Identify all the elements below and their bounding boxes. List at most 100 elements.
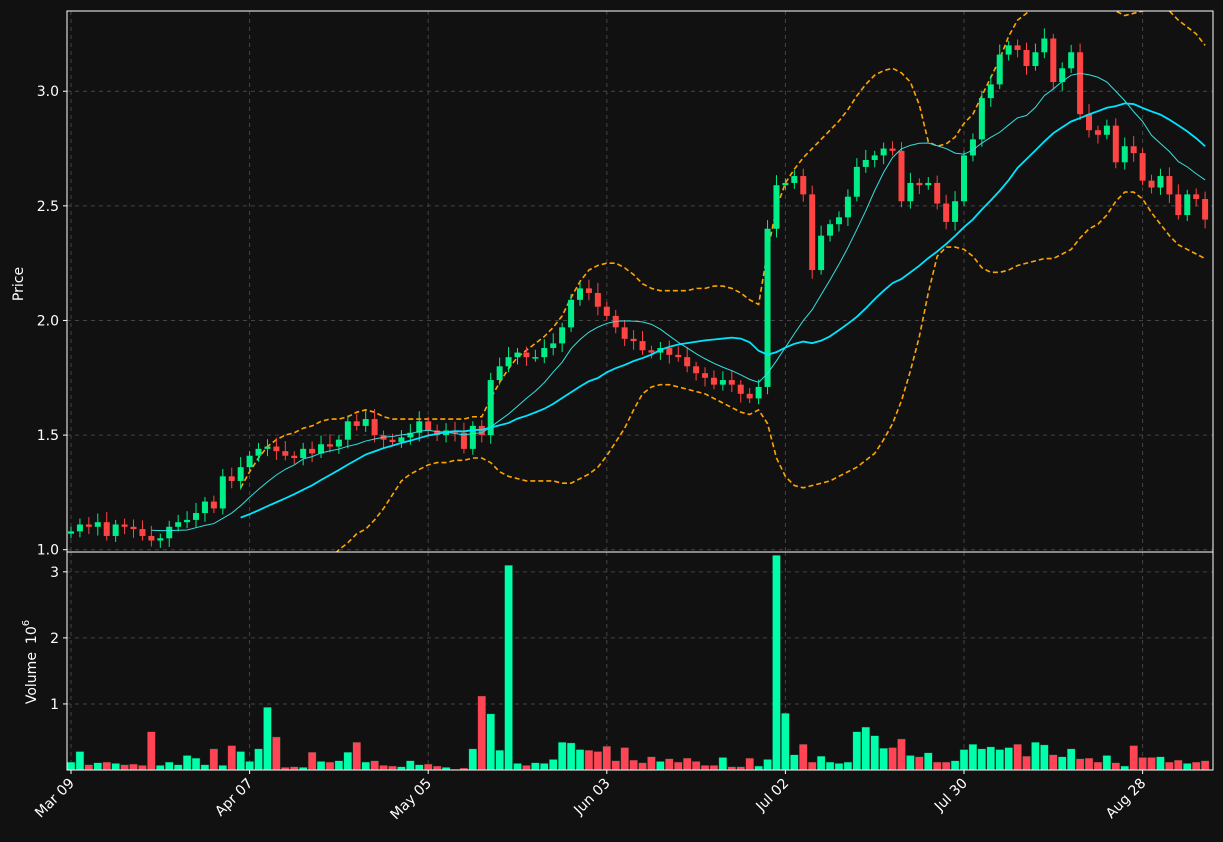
candle-body bbox=[273, 446, 280, 452]
volume-bar bbox=[495, 749, 504, 771]
candle-body bbox=[335, 439, 342, 447]
volume-bar bbox=[173, 764, 183, 771]
candle-body bbox=[871, 155, 878, 161]
volume-bar bbox=[406, 760, 415, 771]
volume-bar bbox=[620, 747, 629, 771]
candle-body bbox=[844, 196, 851, 218]
candle-body bbox=[68, 531, 74, 534]
volume-bar bbox=[218, 765, 228, 771]
candle-body bbox=[550, 343, 557, 348]
volume-bar bbox=[209, 748, 219, 771]
volume-axis-label: Volume 106 bbox=[21, 620, 40, 704]
volume-bar bbox=[1013, 744, 1022, 771]
candle-body bbox=[755, 386, 762, 399]
candle-body bbox=[934, 182, 941, 204]
volume-bar bbox=[566, 742, 576, 771]
volume-bar bbox=[986, 746, 995, 771]
volume-bar bbox=[1183, 763, 1192, 771]
volume-bar bbox=[1129, 745, 1138, 771]
volume-bar bbox=[316, 761, 326, 771]
candle bbox=[961, 150, 967, 206]
volume-bar bbox=[691, 761, 701, 771]
candle-body bbox=[1023, 49, 1030, 67]
candle-body bbox=[166, 526, 173, 539]
candle-body bbox=[1112, 125, 1119, 163]
volume-bar bbox=[665, 758, 674, 771]
volume-bar bbox=[84, 764, 94, 771]
volume-bar bbox=[522, 765, 531, 771]
candle-body bbox=[1175, 194, 1182, 216]
candle-body bbox=[541, 347, 548, 358]
volume-bar bbox=[656, 761, 665, 771]
volume-bar bbox=[781, 712, 790, 771]
volume-bar bbox=[334, 760, 344, 771]
volume-bar bbox=[424, 763, 433, 771]
candle-body bbox=[255, 448, 262, 456]
candle-body bbox=[130, 526, 137, 530]
candle-body bbox=[94, 522, 101, 527]
candle-body bbox=[514, 352, 521, 358]
volume-bar bbox=[584, 749, 594, 771]
volume-bar bbox=[370, 760, 379, 771]
volume-bar bbox=[263, 707, 272, 771]
volume-bar bbox=[66, 761, 76, 771]
volume-bar bbox=[379, 765, 388, 771]
candle-body bbox=[693, 366, 700, 374]
volume-bar bbox=[540, 763, 549, 771]
candle-body bbox=[818, 235, 825, 271]
candle-body bbox=[344, 421, 351, 440]
candle-body bbox=[675, 354, 682, 358]
price-tick-label: 1.5 bbox=[37, 428, 59, 444]
candle-body bbox=[925, 182, 932, 186]
volume-axis-exponent-base: 10 bbox=[24, 626, 40, 644]
volume-bar bbox=[575, 749, 585, 771]
volume-bar bbox=[557, 742, 567, 771]
volume-bar bbox=[754, 765, 763, 771]
volume-bar bbox=[816, 755, 826, 771]
candle-body bbox=[782, 182, 789, 186]
price-tick-label: 2.0 bbox=[37, 313, 59, 329]
candle-body bbox=[139, 529, 146, 536]
volume-bar bbox=[1066, 748, 1076, 771]
volume-bar bbox=[156, 765, 165, 771]
candle bbox=[1077, 43, 1084, 121]
volume-bar bbox=[959, 749, 969, 771]
volume-bar bbox=[1156, 756, 1165, 771]
volume-bar bbox=[325, 761, 335, 771]
volume-bar bbox=[343, 751, 353, 771]
volume-bar bbox=[879, 748, 888, 771]
volume-tick-label: 3 bbox=[50, 565, 59, 581]
candle-body bbox=[219, 476, 226, 509]
price-tick-label: 1.0 bbox=[37, 543, 59, 559]
volume-bar bbox=[790, 754, 799, 771]
candle-body bbox=[719, 380, 726, 385]
volume-bar bbox=[861, 726, 870, 771]
candle-body bbox=[1094, 130, 1101, 135]
candle-body bbox=[201, 501, 208, 514]
volume-bar bbox=[307, 751, 317, 771]
candle bbox=[487, 372, 494, 444]
candle-body bbox=[594, 292, 601, 307]
candle-body bbox=[371, 419, 378, 436]
volume-bar bbox=[647, 756, 656, 771]
volume-bar bbox=[1093, 761, 1103, 771]
candle-body bbox=[621, 327, 628, 339]
candle-body bbox=[639, 341, 646, 351]
candle bbox=[898, 142, 905, 208]
volume-bar bbox=[468, 748, 478, 771]
candle-body bbox=[1077, 52, 1084, 115]
volume-bar bbox=[1200, 760, 1210, 771]
volume-bar bbox=[852, 731, 862, 771]
candle-body bbox=[532, 357, 539, 359]
volume-bar bbox=[1111, 762, 1121, 771]
price-tick-label: 2.5 bbox=[37, 199, 59, 215]
candle-body bbox=[835, 217, 842, 225]
candle-body bbox=[889, 148, 896, 151]
volume-bar bbox=[129, 763, 138, 771]
candle-body bbox=[809, 194, 816, 271]
volume-bar bbox=[1120, 765, 1129, 771]
volume-bar bbox=[165, 761, 174, 771]
volume-bar bbox=[1165, 761, 1174, 771]
candle-body bbox=[282, 451, 289, 456]
volume-bar bbox=[245, 761, 254, 771]
